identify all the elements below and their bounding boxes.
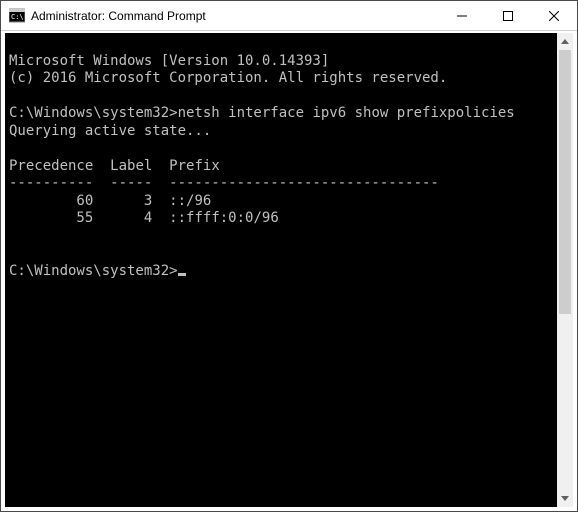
table-row: 60 3 ::/96 bbox=[9, 193, 569, 211]
copyright-line: (c) 2016 Microsoft Corporation. All righ… bbox=[9, 70, 569, 88]
prompt-line: C:\Windows\system32> bbox=[9, 263, 569, 281]
col-label: Label bbox=[110, 158, 152, 174]
titlebar[interactable]: C:\ Administrator: Command Prompt bbox=[1, 1, 577, 31]
table-row: 55 4 ::ffff:0:0/96 bbox=[9, 210, 569, 228]
close-button[interactable] bbox=[531, 1, 577, 31]
cmd-icon: C:\ bbox=[9, 8, 25, 24]
text-cursor bbox=[178, 273, 186, 276]
cell-prefix: ::/96 bbox=[152, 193, 211, 209]
command-prompt-window: C:\ Administrator: Command Prompt Micros… bbox=[0, 0, 578, 512]
scroll-thumb[interactable] bbox=[559, 50, 571, 314]
maximize-button[interactable] bbox=[485, 1, 531, 31]
prompt-path: C:\Windows\system32> bbox=[9, 263, 178, 279]
scroll-down-button[interactable] bbox=[557, 490, 573, 507]
table-divider: ---------- ----- -----------------------… bbox=[9, 175, 569, 193]
vertical-scrollbar[interactable] bbox=[557, 33, 573, 507]
prompt-line: C:\Windows\system32>netsh interface ipv6… bbox=[9, 105, 569, 123]
prompt-path: C:\Windows\system32> bbox=[9, 105, 178, 121]
cell-precedence: 60 bbox=[9, 193, 93, 209]
cell-prefix: ::ffff:0:0/96 bbox=[152, 210, 278, 226]
console-area[interactable]: Microsoft Windows [Version 10.0.14393](c… bbox=[1, 31, 577, 511]
status-line: Querying active state... bbox=[9, 123, 569, 141]
cell-precedence: 55 bbox=[9, 210, 93, 226]
window-title: Administrator: Command Prompt bbox=[31, 9, 206, 23]
col-prefix: Prefix bbox=[169, 158, 220, 174]
col-precedence: Precedence bbox=[9, 158, 93, 174]
svg-text:C:\: C:\ bbox=[11, 13, 24, 21]
scroll-track[interactable] bbox=[557, 50, 573, 490]
banner-line: Microsoft Windows [Version 10.0.14393] bbox=[9, 53, 569, 71]
entered-command: netsh interface ipv6 show prefixpolicies bbox=[178, 105, 515, 121]
table-header: Precedence Label Prefix bbox=[9, 158, 569, 176]
minimize-button[interactable] bbox=[439, 1, 485, 31]
cell-label: 4 bbox=[93, 210, 152, 226]
cell-label: 3 bbox=[93, 193, 152, 209]
scroll-up-button[interactable] bbox=[557, 33, 573, 50]
